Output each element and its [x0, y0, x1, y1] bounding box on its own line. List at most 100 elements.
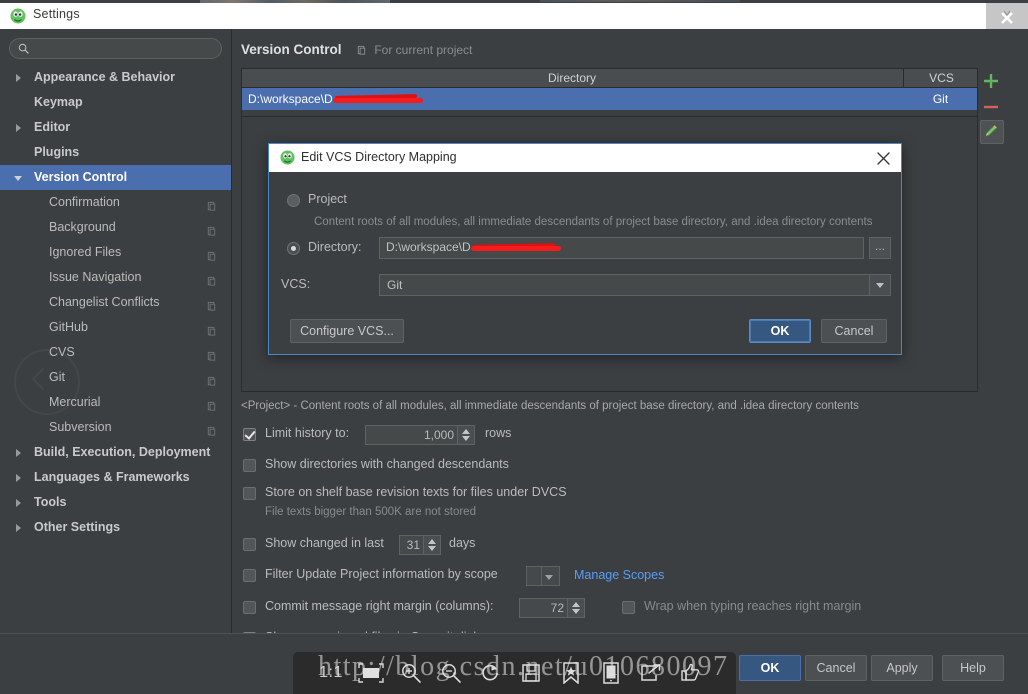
- commit-margin-checkbox[interactable]: [243, 601, 256, 614]
- sidebar-item-changelist-conflicts[interactable]: Changelist Conflicts: [0, 290, 231, 315]
- store-shelf-checkbox[interactable]: [243, 487, 256, 500]
- project-radio[interactable]: [287, 194, 300, 207]
- rotate-right-icon[interactable]: [471, 658, 511, 688]
- for-current-project-label: For current project: [374, 43, 473, 57]
- sidebar-item-subversion[interactable]: Subversion: [0, 415, 231, 440]
- dialog-cancel-button[interactable]: Cancel: [821, 319, 887, 343]
- sidebar-item-issue-navigation[interactable]: Issue Navigation: [0, 265, 231, 290]
- sidebar-item-other-settings[interactable]: Other Settings: [0, 515, 231, 540]
- sidebar-item-editor[interactable]: Editor: [0, 115, 231, 140]
- dialog-ok-button[interactable]: OK: [749, 319, 811, 343]
- bookmark-icon[interactable]: [551, 658, 591, 688]
- limit-history-suffix: rows: [485, 426, 512, 440]
- cancel-button[interactable]: Cancel: [805, 655, 867, 681]
- directory-radio[interactable]: [287, 242, 300, 255]
- scope-select[interactable]: [526, 566, 560, 586]
- sidebar-item-confirmation[interactable]: Confirmation: [0, 190, 231, 215]
- column-header-directory[interactable]: Directory: [242, 69, 902, 87]
- show-changed-suffix: days: [449, 536, 476, 550]
- edit-mapping-button[interactable]: [980, 120, 1004, 144]
- commit-margin-value: 72: [550, 601, 564, 615]
- table-side-toolbar: [980, 68, 1004, 144]
- chevron-right-icon[interactable]: [16, 74, 21, 82]
- sidebar-item-appearance-behavior[interactable]: Appearance & Behavior: [0, 65, 231, 90]
- window-close-button[interactable]: [986, 3, 1028, 32]
- fit-to-screen-icon[interactable]: [351, 658, 391, 688]
- dialog-title: Edit VCS Directory Mapping: [301, 150, 457, 164]
- sidebar-item-git[interactable]: Git: [0, 365, 231, 390]
- vcs-select[interactable]: Git: [379, 274, 891, 296]
- sidebar-item-label: Other Settings: [34, 520, 121, 534]
- device-icon[interactable]: [591, 658, 631, 688]
- save-icon[interactable]: [511, 658, 551, 688]
- chevron-right-icon[interactable]: [16, 499, 21, 507]
- sidebar-item-github[interactable]: GitHub: [0, 315, 231, 340]
- table-row[interactable]: D:\workspace\DirectoryRedacted Git: [242, 88, 977, 110]
- intellij-idea-icon: [280, 150, 295, 170]
- sidebar-item-version-control[interactable]: Version Control: [0, 165, 231, 190]
- sidebar-item-label: Mercurial: [49, 395, 101, 409]
- search-field[interactable]: [9, 38, 222, 60]
- wrap-typing-label: Wrap when typing reaches right margin: [644, 599, 862, 613]
- browse-directory-button[interactable]: ...: [869, 237, 891, 259]
- ok-button[interactable]: OK: [739, 655, 801, 681]
- sidebar-item-label: Issue Navigation: [49, 270, 142, 284]
- settings-window: Settings Appearance & Behavior Keymap Edit…: [0, 0, 1028, 694]
- thumbs-up-icon[interactable]: [671, 658, 711, 688]
- filter-scope-checkbox[interactable]: [243, 569, 256, 582]
- commit-margin-spinner-arrows[interactable]: [567, 599, 584, 617]
- sidebar-item-label: GitHub: [49, 320, 88, 334]
- sidebar-item-mercurial[interactable]: Mercurial: [0, 390, 231, 415]
- show-changed-checkbox[interactable]: [243, 538, 256, 551]
- limit-history-spinner-arrows[interactable]: [457, 426, 474, 444]
- sidebar-item-ignored-files[interactable]: Ignored Files: [0, 240, 231, 265]
- commit-margin-spinner[interactable]: 72: [519, 598, 585, 618]
- sidebar-item-tools[interactable]: Tools: [0, 490, 231, 515]
- column-header-vcs[interactable]: VCS: [903, 69, 979, 87]
- commit-margin-label: Commit message right margin (columns):: [265, 599, 494, 613]
- help-button[interactable]: Help: [942, 655, 1004, 681]
- directory-path-field[interactable]: D:\workspace\DirectoryRedacted: [379, 237, 864, 259]
- sidebar-item-keymap[interactable]: Keymap: [0, 90, 231, 115]
- chevron-right-icon[interactable]: [16, 474, 21, 482]
- project-note: Content roots of all modules, all immedi…: [314, 216, 873, 228]
- dialog-close-icon[interactable]: [876, 151, 891, 166]
- show-changed-spinner-arrows[interactable]: [423, 536, 440, 554]
- apply-button[interactable]: Apply: [871, 655, 933, 681]
- sidebar-item-label: Languages & Frameworks: [34, 470, 190, 484]
- show-directories-checkbox[interactable]: [243, 459, 256, 472]
- chevron-right-icon[interactable]: [16, 524, 21, 532]
- sidebar-item-label: Keymap: [34, 95, 83, 109]
- sidebar-item-languages-frameworks[interactable]: Languages & Frameworks: [0, 465, 231, 490]
- vcs-select-arrow[interactable]: [869, 275, 890, 295]
- sidebar-item-build-execution-deployment[interactable]: Build, Execution, Deployment: [0, 440, 231, 465]
- sidebar-item-label: Version Control: [34, 170, 128, 184]
- chevron-right-icon[interactable]: [16, 449, 21, 457]
- sidebar-item-cvs[interactable]: CVS: [0, 340, 231, 365]
- show-changed-value: 31: [406, 538, 420, 552]
- remove-mapping-button[interactable]: [980, 94, 1002, 120]
- configure-vcs-button[interactable]: Configure VCS...: [290, 319, 404, 343]
- sidebar-item-background[interactable]: Background: [0, 215, 231, 240]
- wrap-typing-checkbox[interactable]: [622, 601, 635, 614]
- table-header-row: Directory VCS: [242, 69, 977, 88]
- chevron-right-icon[interactable]: [16, 124, 21, 132]
- cell-directory: D:\workspace\DirectoryRedacted: [248, 88, 898, 110]
- dialog-titlebar: Edit VCS Directory Mapping: [269, 144, 901, 172]
- limit-history-checkbox[interactable]: [243, 428, 256, 441]
- zoom-out-icon[interactable]: [431, 658, 471, 688]
- share-icon[interactable]: [631, 658, 671, 688]
- add-mapping-button[interactable]: [980, 68, 1002, 94]
- sidebar-item-label: Ignored Files: [49, 245, 122, 259]
- sidebar-item-plugins[interactable]: Plugins: [0, 140, 231, 165]
- limit-history-spinner[interactable]: 1,000: [365, 425, 475, 445]
- chevron-down-icon[interactable]: [14, 176, 22, 181]
- search-input[interactable]: [36, 39, 220, 60]
- zoom-ratio-button[interactable]: 1:1: [311, 658, 351, 688]
- show-changed-spinner[interactable]: 31: [399, 535, 441, 555]
- manage-scopes-link[interactable]: Manage Scopes: [574, 568, 664, 582]
- sidebar-item-label: Confirmation: [49, 195, 120, 209]
- zoom-in-icon[interactable]: [391, 658, 431, 688]
- directory-path-prefix: D:\workspace\D: [386, 240, 471, 254]
- chevron-down-icon: [545, 575, 553, 580]
